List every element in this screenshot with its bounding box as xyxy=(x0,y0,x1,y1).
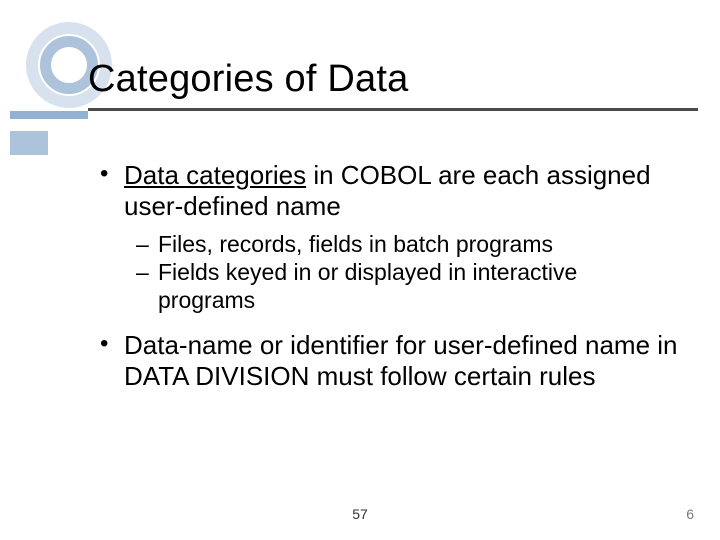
content-area: Data categories in COBOL are each assign… xyxy=(100,160,680,401)
page-number: 6 xyxy=(686,506,694,522)
title-rule xyxy=(88,108,698,111)
sub-bullet-group: Files, records, fields in batch programs… xyxy=(100,231,680,314)
slide-title: Categories of Data xyxy=(88,58,688,101)
title-rule-accent xyxy=(10,111,88,119)
sub-bullet-2: Fields keyed in or displayed in interact… xyxy=(100,259,680,314)
left-accent-block xyxy=(10,131,48,155)
sub-bullet-1: Files, records, fields in batch programs xyxy=(100,231,680,259)
bullet-1-underlined: Data categories xyxy=(124,160,306,190)
slide: Categories of Data Data categories in CO… xyxy=(0,0,720,540)
bullet-1: Data categories in COBOL are each assign… xyxy=(100,160,680,221)
bullet-2: Data-name or identifier for user-defined… xyxy=(100,330,680,391)
title-block: Categories of Data xyxy=(88,58,688,101)
footer-center-number: 57 xyxy=(0,506,720,522)
